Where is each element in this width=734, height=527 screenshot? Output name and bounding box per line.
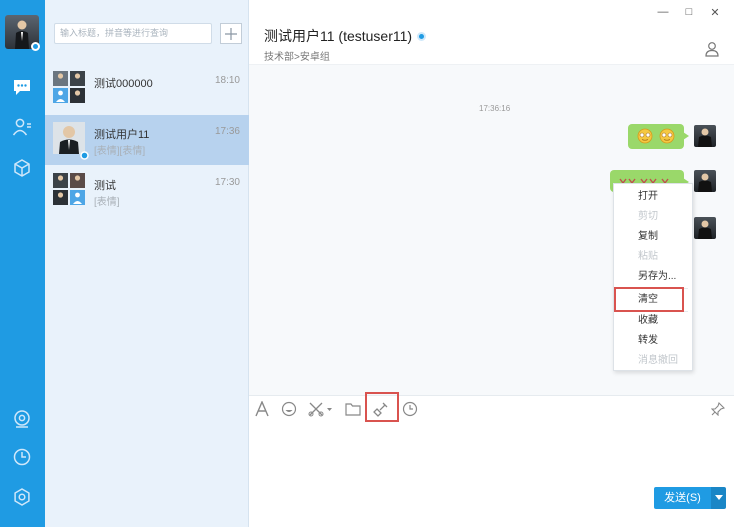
screenshot-button[interactable]	[307, 400, 335, 418]
context-menu: 打开 剪切 复制 粘贴 另存为... 清空 收藏 转发 消息撤回	[613, 183, 693, 371]
avatar-figure-icon	[698, 220, 712, 239]
highlight-box-clear-tool	[365, 392, 399, 422]
highlight-box-clear	[614, 287, 684, 312]
toolbar-divider	[249, 395, 734, 396]
menu-item-cut: 剪切	[638, 211, 658, 222]
conversation-name: 测试	[94, 180, 116, 192]
sender-avatar	[694, 217, 716, 239]
group-avatar	[53, 173, 85, 205]
conversation-name: 测试000000	[94, 78, 153, 90]
folder-button[interactable]	[344, 400, 362, 418]
conversation-name: 测试用户11	[94, 129, 150, 141]
minimize-button[interactable]: —	[656, 6, 670, 18]
group-avatar	[53, 71, 85, 103]
profile-icon[interactable]	[704, 41, 720, 57]
chat-title: 测试用户11 (testuser11)	[264, 26, 427, 46]
contacts-nav-button[interactable]	[8, 113, 36, 141]
message-input[interactable]	[249, 425, 734, 527]
screenshot-icon	[308, 402, 332, 417]
message-bubble[interactable]	[628, 124, 689, 149]
contacts-icon	[12, 118, 31, 136]
conversation-preview: [表情][表情]	[94, 146, 146, 157]
chevron-down-icon	[714, 495, 723, 500]
font-icon	[255, 401, 269, 417]
chat-department: 技术部>安卓组	[264, 52, 330, 63]
conversation-item[interactable]: 测试000000 18:10	[45, 64, 249, 114]
online-status-dot	[31, 42, 40, 51]
menu-item-paste: 粘贴	[638, 251, 658, 262]
menu-item-favorite[interactable]: 收藏	[614, 311, 694, 331]
chat-title-text: 测试用户11 (testuser11)	[264, 28, 413, 44]
location-icon	[14, 410, 30, 428]
emoji-icon	[637, 128, 653, 144]
chat-nav-button[interactable]	[8, 74, 36, 102]
conversation-item-active[interactable]: 测试用户11 17:36 [表情][表情]	[45, 115, 249, 165]
conversation-item[interactable]: 测试 17:30 [表情]	[45, 166, 249, 216]
sender-avatar	[694, 170, 716, 192]
history-nav-button[interactable]	[8, 443, 36, 471]
verified-icon	[417, 31, 427, 41]
clock-icon	[13, 448, 31, 466]
chat-icon	[14, 80, 30, 95]
chat-panel: — □ ✕ 测试用户11 (testuser11) 技术部>安卓组 17:36:…	[249, 0, 734, 527]
menu-item-copy[interactable]: 复制	[614, 227, 694, 247]
send-button[interactable]: 发送(S)	[654, 487, 711, 509]
message-timestamp: 17:36:16	[479, 104, 511, 113]
conversation-time: 18:10	[214, 75, 240, 86]
pin-icon	[711, 402, 725, 416]
location-nav-button[interactable]	[8, 405, 36, 433]
nav-rail	[0, 0, 45, 527]
emoji-button[interactable]	[280, 400, 298, 418]
online-status-dot	[80, 151, 89, 160]
send-options-button[interactable]	[711, 487, 726, 509]
avatar-figure-icon	[698, 128, 712, 147]
conversation-list-panel: 输入标题，拼音等进行查询 测试000000 18:10 测试用户11 17:36	[45, 0, 249, 527]
conversation-preview: [表情]	[94, 197, 120, 208]
conversation-time: 17:36	[214, 126, 240, 137]
emoji-icon	[281, 401, 297, 417]
add-button[interactable]	[220, 23, 242, 44]
history-icon	[402, 401, 418, 417]
conversation-time: 17:30	[214, 177, 240, 188]
search-input[interactable]: 输入标题，拼音等进行查询	[54, 23, 212, 44]
pin-button[interactable]	[709, 400, 727, 418]
settings-nav-button[interactable]	[8, 483, 36, 511]
sender-avatar	[694, 125, 716, 147]
avatar-figure-icon	[698, 173, 712, 192]
maximize-button[interactable]: □	[682, 6, 696, 18]
contact-avatar	[53, 122, 85, 154]
apps-nav-button[interactable]	[8, 154, 36, 182]
folder-icon	[345, 403, 361, 416]
menu-item-recall: 消息撤回	[638, 355, 678, 366]
settings-icon	[14, 488, 30, 506]
plus-icon	[225, 27, 237, 40]
menu-item-forward[interactable]: 转发	[614, 331, 694, 351]
font-button[interactable]	[254, 400, 270, 418]
cube-icon	[14, 159, 30, 177]
menu-item-open[interactable]: 打开	[614, 187, 694, 207]
menu-item-save-as[interactable]: 另存为...	[614, 267, 694, 287]
history-button[interactable]	[401, 400, 419, 418]
close-button[interactable]: ✕	[708, 6, 722, 19]
avatar-figure-icon	[15, 20, 29, 49]
emoji-icon	[659, 128, 675, 144]
